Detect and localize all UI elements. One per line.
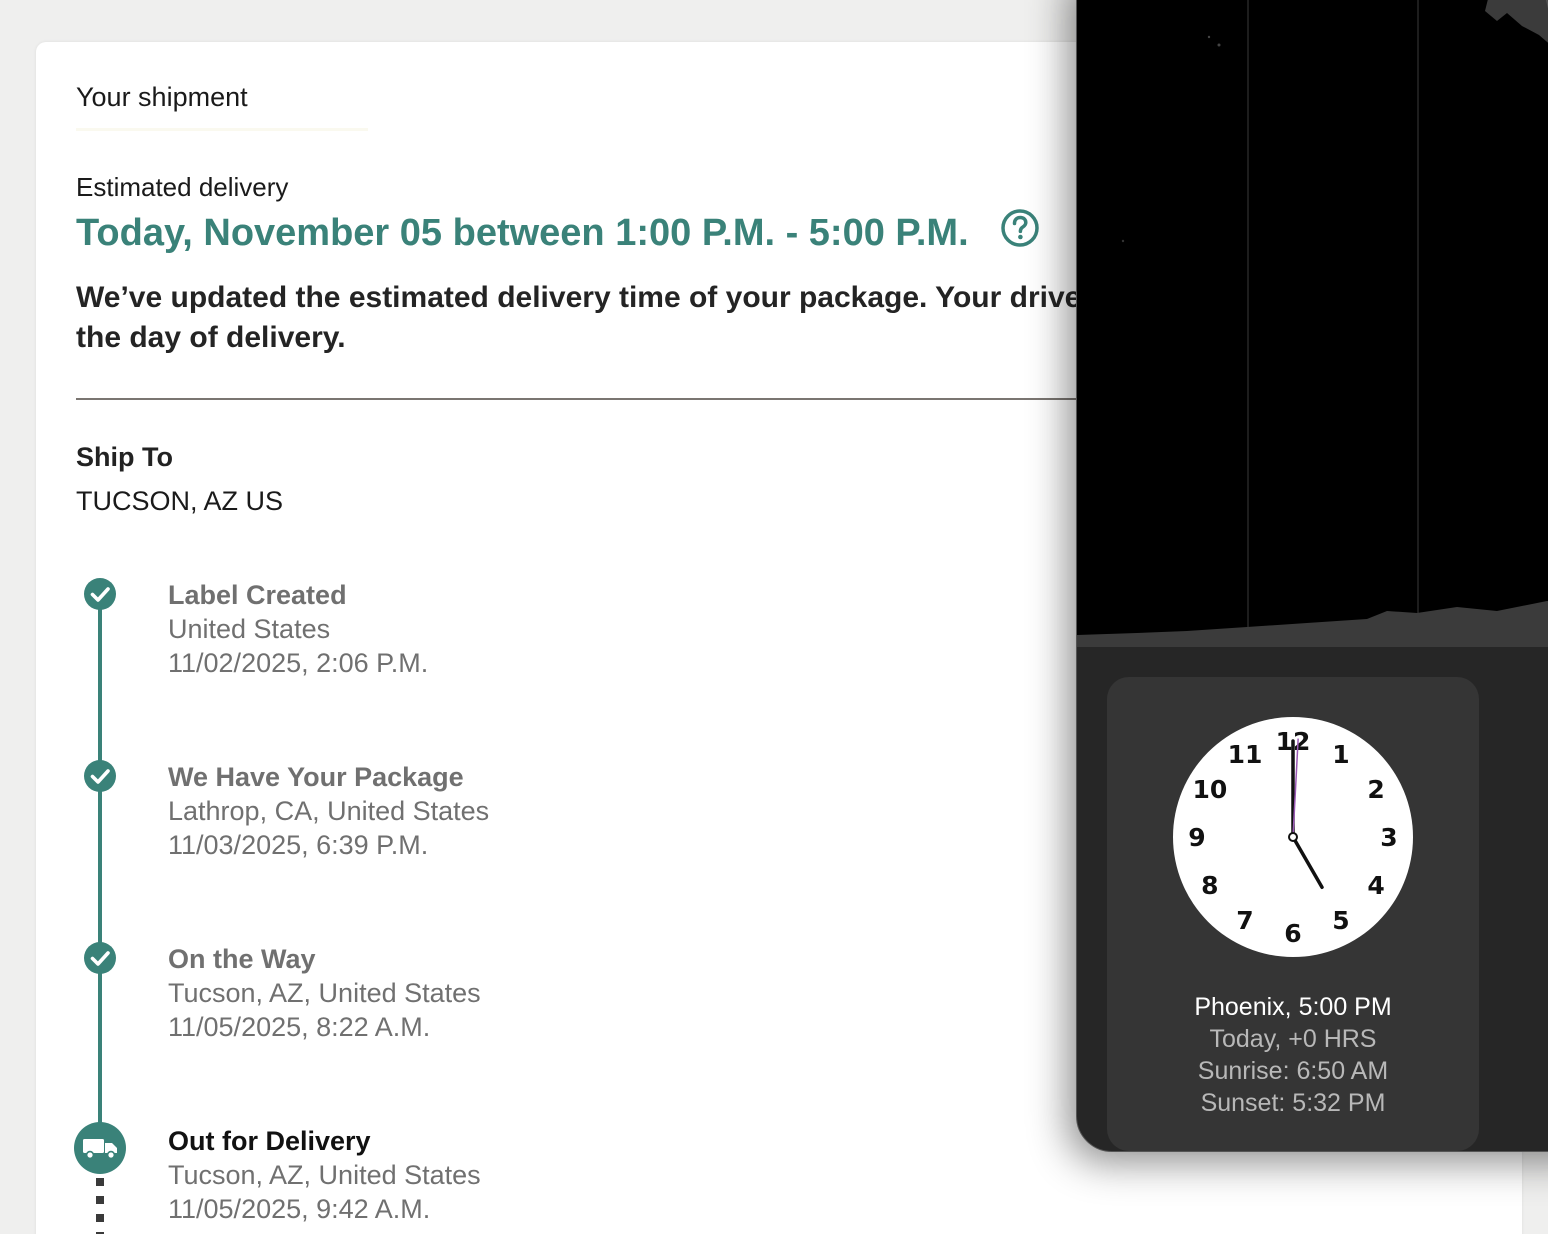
event-title: We Have Your Package <box>168 762 464 792</box>
truck-icon <box>74 1122 126 1174</box>
clock-numeral: 9 <box>1188 823 1205 852</box>
event-title: Label Created <box>168 580 347 610</box>
event-datetime: 11/05/2025, 8:22 A.M. <box>168 1012 431 1042</box>
clock-numeral: 3 <box>1380 823 1397 852</box>
clock-numeral: 7 <box>1236 906 1253 935</box>
clock-numeral: 2 <box>1367 775 1384 804</box>
question-circle-icon[interactable] <box>1000 208 1040 248</box>
clock-center <box>1288 832 1298 842</box>
title-underline <box>76 128 368 131</box>
clock-numeral: 4 <box>1367 871 1384 900</box>
clock-numeral: 6 <box>1284 919 1301 948</box>
event-location: Tucson, AZ, United States <box>168 978 481 1008</box>
ship-to-label: Ship To <box>76 442 173 472</box>
timeline-event: Label Created United States 11/02/2025, … <box>168 578 428 680</box>
shipment-title: Your shipment <box>76 82 248 112</box>
check-circle-icon <box>84 760 116 792</box>
timeline-event: We Have Your Package Lathrop, CA, United… <box>168 760 489 862</box>
estimated-delivery-value: Today, November 05 between 1:00 P.M. - 5… <box>76 212 969 254</box>
clock-numeral: 8 <box>1201 871 1218 900</box>
ship-to-value: TUCSON, AZ US <box>76 486 284 516</box>
timeline-event: On the Way Tucson, AZ, United States 11/… <box>168 942 481 1044</box>
analog-clock-icon: 12 1234567891011 <box>1173 717 1413 957</box>
check-circle-icon <box>84 942 116 974</box>
city-time: Phoenix, 5:00 PM <box>1194 993 1392 1021</box>
clock-numeral: 10 <box>1192 775 1227 804</box>
event-datetime: 11/03/2025, 6:39 P.M. <box>168 830 429 860</box>
sunset-time: Sunset: 5:32 PM <box>1200 1089 1386 1117</box>
timeline-pending-track <box>96 1178 104 1234</box>
world-map <box>1077 0 1548 647</box>
event-location: Tucson, AZ, United States <box>168 1160 481 1190</box>
clock-numeral: 1 <box>1332 740 1349 769</box>
estimated-delivery-label: Estimated delivery <box>76 172 289 202</box>
event-datetime: 11/02/2025, 2:06 P.M. <box>168 648 429 678</box>
event-title: Out for Delivery <box>168 1126 371 1156</box>
world-clock-window[interactable]: 12 1 2 3 4 5 6 7 8 9 10 11 Phoenix, 5:00 PM Today, … <box>1076 0 1548 1152</box>
event-title: On the Way <box>168 944 316 974</box>
clock-numeral: 5 <box>1332 906 1349 935</box>
timeline-event-current: Out for Delivery Tucson, AZ, United Stat… <box>168 1124 481 1226</box>
event-location: Lathrop, CA, United States <box>168 796 490 826</box>
screen: Your shipment Estimated delivery Today, … <box>0 0 1548 1234</box>
timeline-track <box>98 594 102 1134</box>
city-clock-card[interactable]: 12 1 2 3 4 5 6 7 8 9 10 11 Phoenix, 5:00 PM Today, … <box>1107 677 1479 1151</box>
event-location: United States <box>168 614 331 644</box>
time-offset: Today, +0 HRS <box>1209 1025 1377 1053</box>
check-circle-icon <box>84 578 116 610</box>
event-datetime: 11/05/2025, 9:42 A.M. <box>168 1194 431 1224</box>
clock-numeral: 11 <box>1228 740 1263 769</box>
sunrise-time: Sunrise: 6:50 AM <box>1197 1057 1389 1085</box>
